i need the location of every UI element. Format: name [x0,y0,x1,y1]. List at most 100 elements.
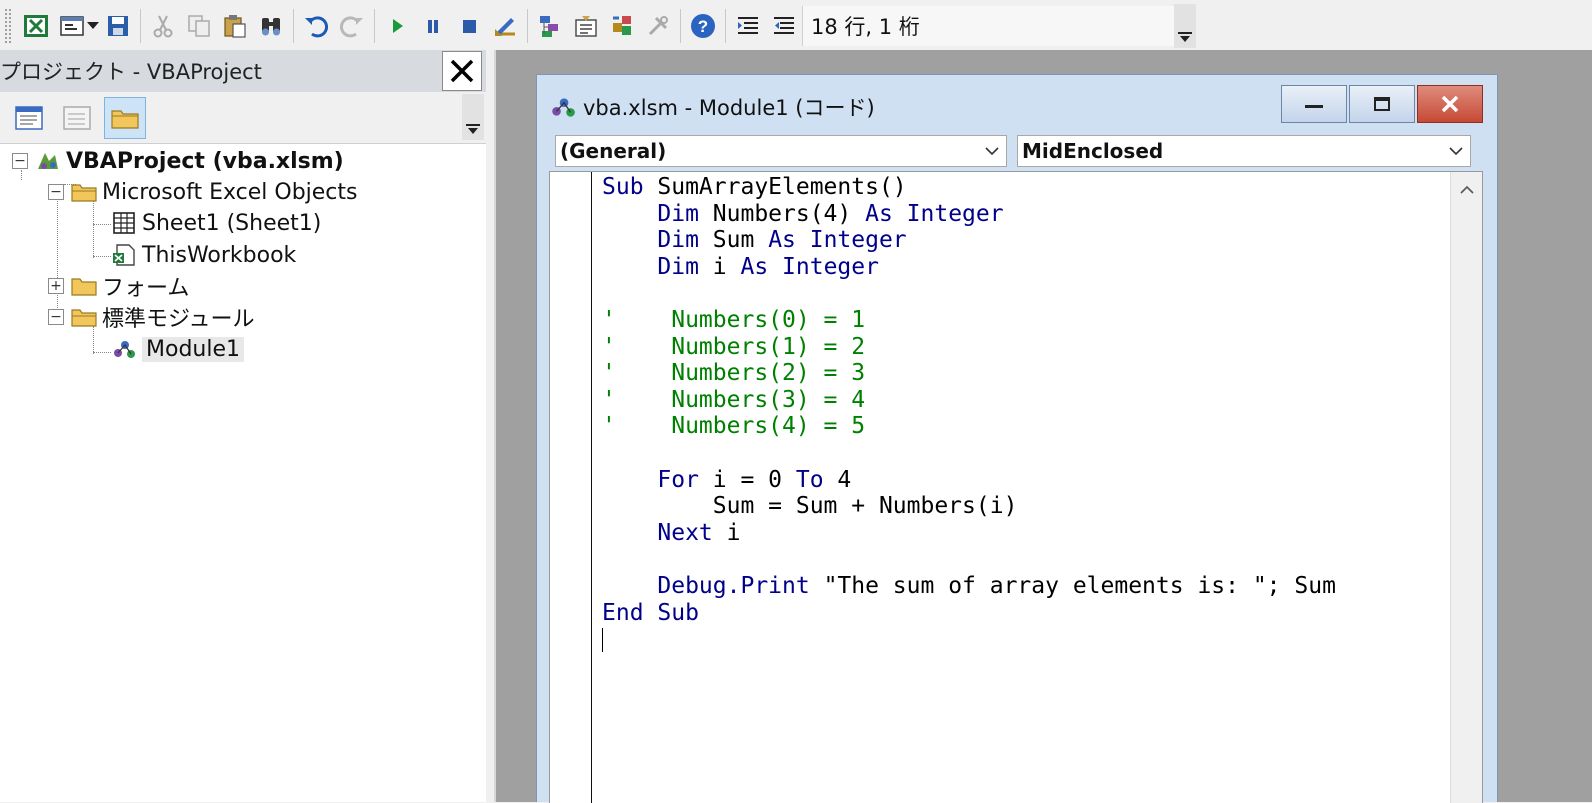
cut-icon[interactable] [145,6,181,46]
code-line[interactable] [602,280,1336,307]
tree-item-forms[interactable]: + フォーム [48,271,189,301]
tree-item-modules[interactable]: − 標準モジュール [48,302,254,332]
project-tree: − VBAProject (vba.xlsm) − Microsoft Exce… [0,144,486,362]
svg-text:?: ? [698,17,708,36]
view-object-button[interactable] [56,97,98,139]
project-explorer-icon[interactable] [532,6,568,46]
view-code-button[interactable] [8,97,50,139]
code-keyword: Dim [657,253,699,280]
code-line[interactable]: End Sub [602,600,1336,627]
code-text[interactable]: Sub SumArrayElements() Dim Numbers(4) As… [602,174,1336,653]
close-icon [450,59,474,83]
redo-icon[interactable] [334,6,370,46]
vba-project-icon [34,148,62,174]
insert-userform-icon[interactable] [54,6,90,46]
code-keyword: Sub [602,174,644,200]
properties-icon[interactable] [568,6,604,46]
code-line[interactable]: Dim Numbers(4) As Integer [602,201,1336,228]
code-line[interactable]: Sum = Sum + Numbers(i) [602,493,1336,520]
code-line[interactable]: Dim Sum As Integer [602,227,1336,254]
code-editor[interactable]: Sub SumArrayElements() Dim Numbers(4) As… [549,171,1483,803]
tree-item-vbaproject[interactable]: − VBAProject (vba.xlsm) [12,146,344,176]
code-line[interactable]: ' Numbers(4) = 5 [602,413,1336,440]
project-explorer-panel: プロジェクト - VBAProject − VBAProject (vba.xl… [0,50,486,802]
toolbar-options-button[interactable] [1174,4,1196,48]
tree-item-excel-objects[interactable]: − Microsoft Excel Objects [48,177,358,207]
code-window-titlebar: vba.xlsm - Module1 (コード) [537,75,1497,139]
chevron-down-icon[interactable] [86,6,100,46]
find-icon[interactable] [253,6,289,46]
tree-item-thisworkbook[interactable]: ThisWorkbook [110,240,296,270]
code-window-combos: (General) MidEnclosed [555,135,1471,167]
tree-item-sheet1[interactable]: Sheet1 (Sheet1) [110,208,321,238]
code-line[interactable]: Dim i As Integer [602,254,1336,281]
indent-icon[interactable] [730,6,766,46]
design-mode-icon[interactable] [487,6,523,46]
code-line[interactable]: ' Numbers(0) = 1 [602,307,1336,334]
folder-open-icon [70,179,98,205]
collapse-toggle[interactable]: − [48,184,64,200]
chevron-down-icon[interactable] [978,146,1006,156]
close-project-panel-button[interactable] [442,51,482,91]
code-line[interactable] [602,546,1336,573]
restore-button[interactable] [1349,85,1415,123]
toolbar-grip[interactable] [4,8,12,44]
close-icon [1441,95,1459,113]
minimize-icon [1305,105,1323,108]
tree-item-module1[interactable]: Module1 [110,334,244,364]
object-combobox[interactable]: (General) [555,135,1007,167]
chevron-down-icon[interactable] [1442,146,1470,156]
code-line[interactable]: For i = 0 To 4 [602,467,1336,494]
code-line[interactable]: Next i [602,520,1336,547]
collapse-toggle[interactable]: − [12,153,28,169]
expand-toggle[interactable]: + [48,278,64,294]
minimize-button[interactable] [1281,85,1347,123]
break-icon[interactable] [415,6,451,46]
code-line[interactable] [602,440,1336,467]
undo-icon[interactable] [298,6,334,46]
run-icon[interactable] [379,6,415,46]
tree-item-label: Sheet1 (Sheet1) [142,210,322,236]
code-line[interactable]: Sub SumArrayElements() [602,174,1336,201]
toolbar-separator [725,9,726,43]
tree-item-label: ThisWorkbook [142,242,297,268]
reset-icon[interactable] [451,6,487,46]
code-comment: ' Numbers(2) = 3 [602,360,866,387]
panel-toolbar-options-button[interactable] [462,94,484,140]
code-line[interactable] [602,626,1336,653]
close-code-window-button[interactable] [1417,85,1483,123]
help-icon[interactable]: ? [685,6,721,46]
code-keyword: Next [657,519,713,546]
code-line[interactable]: ' Numbers(3) = 4 [602,387,1336,414]
project-explorer-toolbar [0,92,486,144]
tree-item-label: Module1 [142,336,244,362]
copy-icon[interactable] [181,6,217,46]
tree-item-label: Microsoft Excel Objects [102,179,358,205]
object-browser-icon[interactable] [604,6,640,46]
toolbox-icon[interactable] [640,6,676,46]
scroll-up-button[interactable] [1451,172,1482,206]
collapse-toggle[interactable]: − [48,309,64,325]
paste-icon[interactable] [217,6,253,46]
code-token: i = 0 [698,466,796,493]
procedure-combobox[interactable]: MidEnclosed [1017,135,1471,167]
code-line[interactable]: ' Numbers(2) = 3 [602,360,1336,387]
vertical-scrollbar[interactable] [1450,172,1482,803]
outdent-icon[interactable] [766,6,802,46]
breakpoint-margin[interactable] [550,172,592,803]
code-token: 4 [823,466,852,493]
project-explorer-title: プロジェクト - VBAProject [0,60,262,84]
toggle-folders-button[interactable] [104,96,146,139]
workbook-icon [110,242,138,268]
text-caret [602,627,603,652]
code-keyword: As Integer [768,227,907,254]
excel-view-icon[interactable] [18,6,54,46]
code-line[interactable]: Debug.Print "The sum of array elements i… [602,573,1336,600]
view-object-icon [63,105,91,130]
code-line[interactable]: ' Numbers(1) = 2 [602,334,1336,361]
save-icon[interactable] [100,6,136,46]
